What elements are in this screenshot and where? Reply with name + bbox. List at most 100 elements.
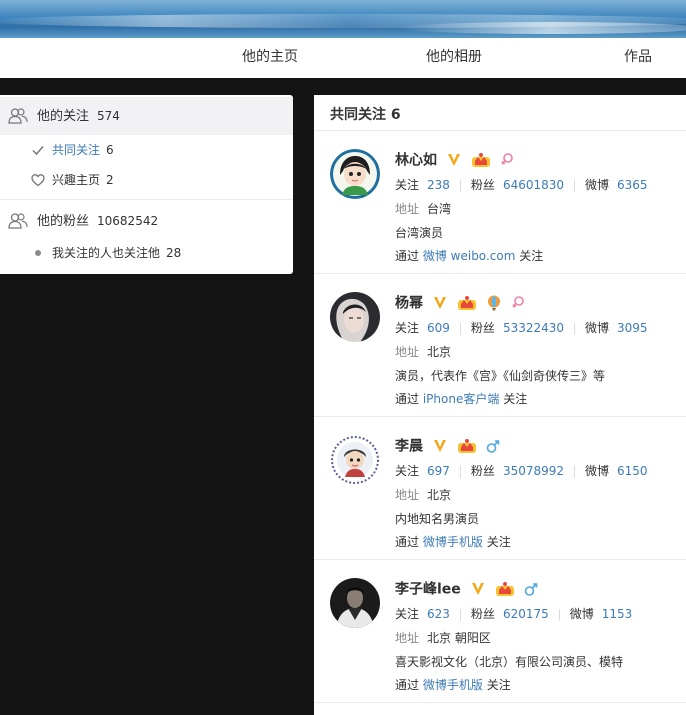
source-link[interactable]: iPhone客户端 [423, 392, 500, 406]
verified-icon [434, 296, 447, 309]
sidebar-item-common-follow[interactable]: 共同关注 6 [0, 135, 293, 165]
stat-divider [459, 465, 461, 478]
follow-source: 通过 微博手机版 关注 [395, 676, 511, 693]
crown-icon [458, 438, 477, 453]
source-link[interactable]: 微博手机版 [423, 678, 483, 692]
page-title: 共同关注 6 [330, 107, 401, 123]
fans-count[interactable]: 64601830 [503, 178, 564, 192]
female-icon [512, 295, 525, 308]
panel-header: 共同关注 6 [314, 95, 686, 131]
address-label: 地址 [395, 202, 420, 216]
sidebar-item-interest[interactable]: 兴趣主页 2 [0, 165, 293, 195]
following-count: 574 [97, 109, 120, 123]
address-label: 地址 [395, 488, 420, 502]
stat-divider [459, 608, 461, 621]
fans-label: 粉丝 [470, 607, 495, 621]
source-link[interactable]: 微博手机版 [423, 535, 483, 549]
fans-count[interactable]: 620175 [503, 607, 549, 621]
user-name[interactable]: 李晨 [395, 439, 423, 455]
avatar[interactable] [330, 292, 380, 342]
weibo-label: 微博 [585, 321, 610, 335]
sidebar-item-label: 兴趣主页 [52, 173, 101, 187]
stat-divider [574, 465, 576, 478]
address-value: 北京 朝阳区 [427, 631, 491, 645]
name-row: 林心如 [395, 149, 514, 169]
source-link[interactable]: 微博 weibo.com [423, 249, 516, 263]
sidebar-divider [0, 199, 293, 200]
tab-album[interactable]: 他的相册 [426, 38, 482, 78]
fans-count[interactable]: 53322430 [503, 321, 564, 335]
user-stats: 关注 238 粉丝 64601830 微博 6365 [395, 176, 648, 193]
crown-icon [472, 152, 491, 167]
female-icon [501, 152, 514, 165]
stat-divider [574, 322, 576, 335]
check-icon [32, 146, 44, 156]
avatar[interactable] [330, 578, 380, 628]
sidebar-item-mutual[interactable]: 我关注的人也关注他 28 [0, 238, 293, 268]
profile-banner [0, 0, 686, 38]
address-label: 地址 [395, 345, 420, 359]
fans-label: 粉丝 [470, 321, 495, 335]
weibo-count[interactable]: 6150 [617, 464, 648, 478]
balloon-icon [488, 295, 501, 310]
follow-label: 关注 [395, 178, 420, 192]
weibo-count[interactable]: 1153 [602, 607, 633, 621]
user-card: 李子峰lee 关注 623 粉丝 620175 微博 1153 地址 北京 朝阳区 喜天影视… [314, 560, 686, 703]
follow-source: 通过 iPhone客户端 关注 [395, 390, 527, 407]
user-stats: 关注 609 粉丝 53322430 微博 3095 [395, 319, 648, 336]
via-label: 通过 [395, 678, 420, 692]
via-label: 通过 [395, 535, 420, 549]
mutual-count: 28 [166, 246, 182, 260]
address-label: 地址 [395, 631, 420, 645]
user-bio: 喜天影视文化（北京）有限公司演员、模特 [395, 655, 624, 669]
stat-divider [574, 179, 576, 192]
follow-label: 关注 [395, 464, 420, 478]
follow-label: 关注 [395, 607, 420, 621]
weibo-label: 微博 [585, 464, 610, 478]
relation-sidebar: 他的关注 574 共同关注 6 兴趣主页 2 他的粉丝 10682542 我关注的人也关… [0, 95, 293, 274]
address-value: 台湾 [427, 202, 452, 216]
stat-divider [459, 179, 461, 192]
user-address: 地址 北京 [395, 343, 451, 360]
follow-count[interactable]: 623 [427, 607, 450, 621]
user-address: 地址 北京 [395, 486, 451, 503]
verified-icon [434, 439, 447, 452]
sidebar-item-label: 他的粉丝 [37, 214, 90, 229]
tab-home[interactable]: 他的主页 [242, 38, 298, 78]
banner-wave [400, 22, 686, 34]
followed-label: 关注 [503, 392, 528, 406]
address-value: 北京 [427, 345, 452, 359]
male-icon [524, 582, 538, 596]
user-card: 李晨 关注 697 粉丝 35078992 微博 6150 地址 北京 内地知名男演员 通过… [314, 417, 686, 560]
weibo-count[interactable]: 6365 [617, 178, 648, 192]
user-name[interactable]: 杨幂 [395, 296, 423, 312]
follow-count[interactable]: 238 [427, 178, 450, 192]
users-icon [8, 213, 28, 229]
tab-works[interactable]: 作品 [624, 38, 652, 78]
crown-icon [458, 295, 477, 310]
user-bio: 台湾演员 [395, 226, 444, 240]
user-bio: 演员，代表作《宫》《仙剑奇侠传三》等 [395, 369, 606, 383]
fans-count: 10682542 [97, 214, 159, 228]
weibo-label: 微博 [569, 607, 594, 621]
sidebar-item-label: 他的关注 [37, 109, 90, 124]
fans-count[interactable]: 35078992 [503, 464, 564, 478]
user-name[interactable]: 林心如 [395, 153, 437, 169]
follow-count[interactable]: 697 [427, 464, 450, 478]
sidebar-item-fans[interactable]: 他的粉丝 10682542 [0, 202, 293, 240]
user-card: 杨幂 关注 609 粉丝 53322430 微博 3095 地址 北京 演员，代表作《宫》《… [314, 274, 686, 417]
user-address: 地址 台湾 [395, 200, 451, 217]
sidebar-item-following[interactable]: 他的关注 574 [0, 97, 293, 135]
sidebar-item-label: 共同关注 [52, 143, 101, 157]
user-card: 林心如 关注 238 粉丝 64601830 微博 6365 地址 台湾 台湾演员 通过 微… [314, 131, 686, 274]
follow-count[interactable]: 609 [427, 321, 450, 335]
user-name[interactable]: 李子峰lee [395, 582, 461, 598]
avatar[interactable] [330, 435, 380, 485]
follow-source: 通过 微博 weibo.com 关注 [395, 247, 543, 264]
user-bio: 内地知名男演员 [395, 512, 480, 526]
crown-icon [495, 581, 514, 596]
avatar[interactable] [330, 149, 380, 199]
fans-label: 粉丝 [470, 178, 495, 192]
common-count: 6 [106, 143, 114, 157]
weibo-count[interactable]: 3095 [617, 321, 648, 335]
